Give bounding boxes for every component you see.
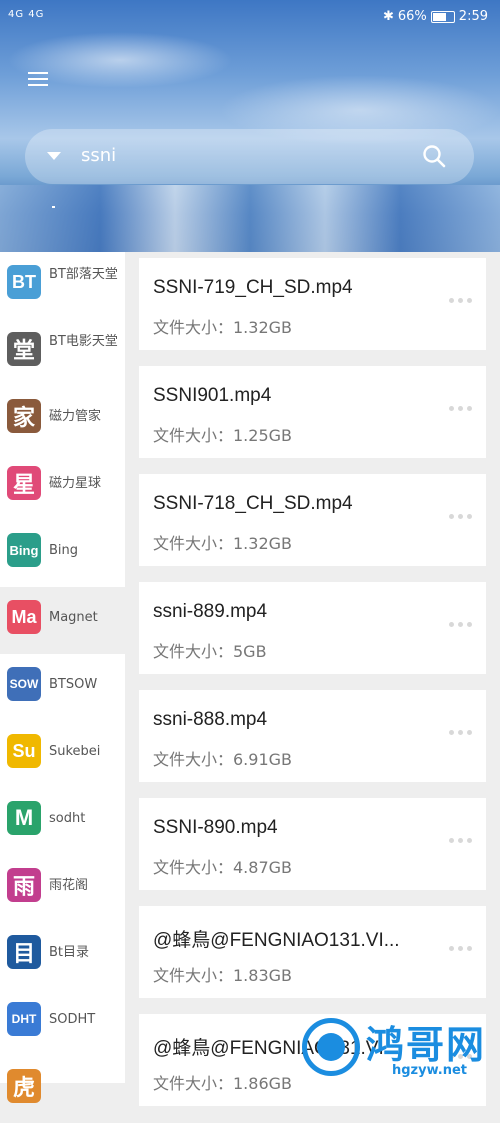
engine-logo-icon: 目 bbox=[7, 935, 41, 969]
sidebar-item[interactable]: 家磁力管家 bbox=[0, 386, 125, 453]
file-name: @蜂鳥@FENGNIAO131.VI... bbox=[153, 930, 400, 951]
engine-logo-icon: SOW bbox=[7, 667, 41, 701]
sidebar-item-label: 雨花阁 bbox=[49, 878, 89, 893]
file-size: 文件大小：1.32GB bbox=[153, 318, 293, 337]
sidebar-item-label: Bing bbox=[49, 543, 79, 558]
sidebar-item[interactable]: 雨雨花阁 bbox=[0, 855, 125, 922]
more-options-icon[interactable] bbox=[449, 298, 472, 303]
search-icon[interactable] bbox=[422, 144, 446, 168]
file-name: SSNI-890.mp4 bbox=[153, 817, 278, 838]
menu-icon[interactable] bbox=[28, 68, 50, 90]
result-card[interactable]: SSNI-719_CH_SD.mp4 文件大小：1.32GB bbox=[139, 258, 486, 350]
engine-logo-icon: Ma bbox=[7, 600, 41, 634]
file-size: 文件大小：1.25GB bbox=[153, 426, 293, 445]
header-blur-band bbox=[0, 185, 500, 252]
watermark-url: hgzyw.net bbox=[392, 1063, 468, 1078]
file-name: ssni-889.mp4 bbox=[153, 601, 268, 622]
result-card[interactable]: ssni-888.mp4 文件大小：6.91GB bbox=[139, 690, 486, 782]
sidebar-item[interactable]: Su Sukebei bbox=[0, 721, 125, 788]
sidebar-item[interactable]: SOW BTSOW bbox=[0, 654, 125, 721]
result-card[interactable]: @蜂鳥@FENGNIAO131.VI... 文件大小：1.83GB bbox=[139, 906, 486, 998]
watermark-logo-icon bbox=[302, 1018, 360, 1076]
sidebar-item-label: SODHT bbox=[49, 1012, 96, 1027]
more-options-icon[interactable] bbox=[449, 514, 472, 519]
battery-percent: 66% bbox=[397, 9, 427, 24]
sidebar-item-label: BTSOW bbox=[49, 677, 98, 692]
sidebar-item-label: 磁力星球 bbox=[49, 476, 102, 491]
file-size: 文件大小：4.87GB bbox=[153, 858, 293, 877]
header-background: 4G 4G ✱ 66% 2:59 ssni bbox=[0, 0, 500, 252]
sidebar-item[interactable]: 目 Bt目录 bbox=[0, 922, 125, 989]
sidebar-item[interactable]: 堂 BT电影天堂 bbox=[0, 319, 125, 386]
more-options-icon[interactable] bbox=[449, 838, 472, 843]
result-card[interactable]: ssni-889.mp4 文件大小：5GB bbox=[139, 582, 486, 674]
file-size: 文件大小：6.91GB bbox=[153, 750, 293, 769]
sidebar-item[interactable]: Ma Magnet bbox=[0, 587, 125, 654]
signal-indicator: 4G 4G bbox=[8, 9, 45, 20]
battery-icon bbox=[430, 10, 455, 23]
sidebar-item[interactable]: DHT SODHT bbox=[0, 989, 125, 1056]
status-bar: 4G 4G ✱ 66% 2:59 bbox=[0, 0, 500, 34]
engine-logo-icon: Su bbox=[7, 734, 41, 768]
sidebar-item-label: 磁力管家 bbox=[49, 409, 102, 424]
engine-logo-icon: Bing bbox=[7, 533, 41, 567]
sidebar-item[interactable]: Bing Bing bbox=[0, 520, 125, 587]
more-options-icon[interactable] bbox=[449, 946, 472, 951]
more-options-icon[interactable] bbox=[449, 406, 472, 411]
file-name: SSNI-718_CH_SD.mp4 bbox=[153, 493, 353, 514]
sidebar-item-label: BT部落天堂 bbox=[49, 267, 118, 282]
more-options-icon[interactable] bbox=[449, 730, 472, 735]
engine-logo-icon: M bbox=[7, 801, 41, 835]
engine-sidebar: BT BT部落天堂堂 BT电影天堂家磁力管家星磁力星球 Bing Bing Ma Magne… bbox=[0, 252, 125, 1103]
file-name: SSNI-719_CH_SD.mp4 bbox=[153, 277, 353, 298]
more-options-icon[interactable] bbox=[449, 622, 472, 627]
file-name: SSNI901.mp4 bbox=[153, 385, 272, 406]
sidebar-item[interactable]: 虎 bbox=[0, 1056, 125, 1123]
sidebar-item-label: Magnet bbox=[49, 610, 98, 625]
search-input[interactable]: ssni bbox=[81, 145, 116, 166]
search-bar[interactable]: ssni bbox=[25, 129, 474, 184]
engine-dropdown-icon[interactable] bbox=[47, 152, 61, 160]
file-size: 文件大小：5GB bbox=[153, 642, 267, 661]
sidebar-item-label: BT电影天堂 bbox=[49, 334, 118, 349]
sidebar-item[interactable]: 星磁力星球 bbox=[0, 453, 125, 520]
result-card[interactable]: SSNI-718_CH_SD.mp4 文件大小：1.32GB bbox=[139, 474, 486, 566]
result-card[interactable]: SSNI901.mp4 文件大小：1.25GB bbox=[139, 366, 486, 458]
file-size: 文件大小：1.32GB bbox=[153, 534, 293, 553]
clock: 2:59 bbox=[458, 9, 488, 24]
watermark: 鸿哥网 hgzyw.net bbox=[300, 1010, 500, 1083]
engine-logo-icon: 家 bbox=[7, 399, 41, 433]
sidebar-item-label: Bt目录 bbox=[49, 945, 90, 960]
engine-logo-icon: 堂 bbox=[7, 332, 41, 366]
file-name: ssni-888.mp4 bbox=[153, 709, 268, 730]
engine-logo-icon: DHT bbox=[7, 1002, 41, 1036]
sidebar-item[interactable]: BT BT部落天堂 bbox=[0, 252, 125, 319]
engine-logo-icon: BT bbox=[7, 265, 41, 299]
file-size: 文件大小：1.86GB bbox=[153, 1074, 293, 1093]
sidebar-item-label: Sukebei bbox=[49, 744, 101, 759]
engine-logo-icon: 虎 bbox=[7, 1069, 41, 1103]
sidebar-item[interactable]: Msodht bbox=[0, 788, 125, 855]
file-size: 文件大小：1.83GB bbox=[153, 966, 293, 985]
header-mark bbox=[52, 206, 55, 208]
engine-logo-icon: 星 bbox=[7, 466, 41, 500]
result-card[interactable]: SSNI-890.mp4 文件大小：4.87GB bbox=[139, 798, 486, 890]
sidebar-item-label: sodht bbox=[49, 811, 86, 826]
bluetooth-icon: ✱ bbox=[382, 9, 394, 24]
watermark-title: 鸿哥网 bbox=[366, 1023, 487, 1067]
engine-logo-icon: 雨 bbox=[7, 868, 41, 902]
